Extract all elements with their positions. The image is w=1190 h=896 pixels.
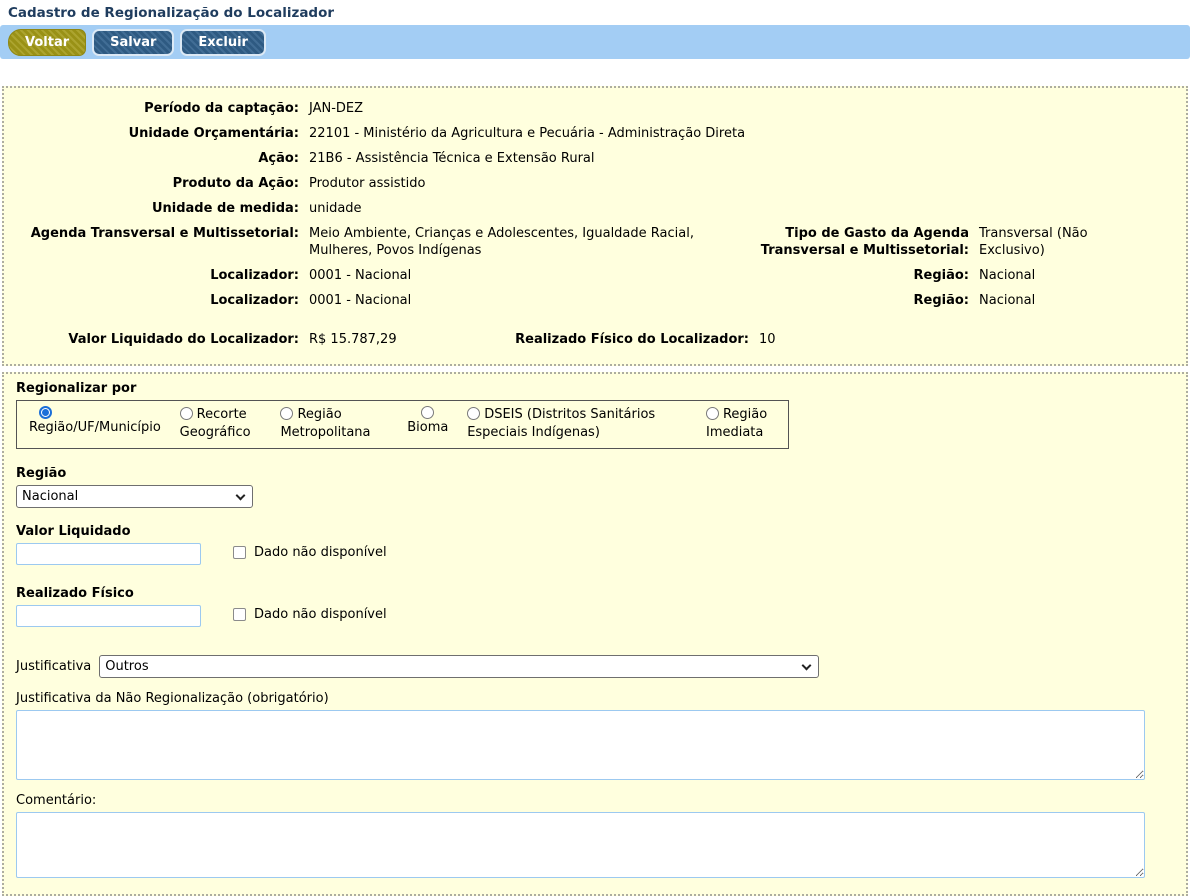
tipo-gasto-value: Transversal (Não Exclusivo) bbox=[979, 225, 1099, 259]
radio-icon[interactable] bbox=[39, 406, 52, 419]
valor-liquidado-nao-disponivel: Dado não disponível bbox=[233, 545, 387, 560]
radio-dseis[interactable]: DSEIS (Distritos Sanitários Especiais In… bbox=[467, 406, 687, 442]
valor-liquidado-localizador-value: R$ 15.787,29 bbox=[299, 331, 514, 348]
regiao-label: Região: bbox=[719, 292, 969, 309]
radio-icon[interactable] bbox=[280, 407, 293, 420]
localizador-value: 0001 - Nacional bbox=[299, 292, 719, 309]
agenda-value: Meio Ambiente, Crianças e Adolescentes, … bbox=[309, 225, 694, 259]
dado-nao-disponivel-checkbox[interactable] bbox=[233, 608, 246, 621]
realizado-fisico-localizador-value: 10 bbox=[749, 331, 1186, 348]
tipo-gasto-label: Tipo de Gasto da Agenda Transversal e Mu… bbox=[719, 225, 969, 259]
agenda-label: Agenda Transversal e Multissetorial: bbox=[4, 225, 299, 242]
dado-nao-disponivel-checkbox[interactable] bbox=[233, 546, 246, 559]
realizado-fisico-input[interactable] bbox=[16, 605, 201, 627]
valor-liquidado-input[interactable] bbox=[16, 543, 201, 565]
justificativa-select-value: Outros bbox=[105, 659, 148, 674]
unidade-orcamentaria-value: 22101 - Ministério da Agricultura e Pecu… bbox=[299, 125, 1186, 142]
row-localizador-2: Localizador: 0001 - Nacional Região: Nac… bbox=[4, 288, 1186, 313]
voltar-button[interactable]: Voltar bbox=[8, 29, 86, 56]
localizador-label: Localizador: bbox=[4, 292, 299, 309]
periodo-captacao-value: JAN-DEZ bbox=[299, 100, 1186, 117]
row-unidade-medida: Unidade de medida: unidade bbox=[4, 196, 1186, 221]
regiao-select-label: Região bbox=[16, 465, 1174, 482]
row-acao: Ação: 21B6 - Assistência Técnica e Exten… bbox=[4, 146, 1186, 171]
radio-icon[interactable] bbox=[421, 406, 434, 419]
radio-regiao-imediata[interactable]: Região Imediata bbox=[706, 406, 776, 442]
localizador-value: 0001 - Nacional bbox=[299, 267, 719, 284]
chevron-down-icon bbox=[236, 491, 246, 501]
radio-regiao-uf-municipio[interactable]: Região/UF/Município bbox=[29, 406, 161, 437]
unidade-medida-value: unidade bbox=[299, 200, 1186, 217]
form-panel: Regionalizar por Região/UF/Município Rec… bbox=[2, 372, 1188, 896]
acao-value: 21B6 - Assistência Técnica e Extensão Ru… bbox=[299, 150, 1186, 167]
realizado-fisico-nao-disponivel: Dado não disponível bbox=[233, 607, 387, 622]
radio-label: Região Metropolitana bbox=[280, 407, 370, 440]
justificativa-label: Justificativa bbox=[16, 658, 91, 675]
radio-regiao-metropolitana[interactable]: Região Metropolitana bbox=[280, 406, 388, 442]
radio-recorte-geografico[interactable]: Recorte Geográfico bbox=[180, 406, 262, 442]
toolbar: Voltar Salvar Excluir bbox=[0, 25, 1190, 59]
excluir-button[interactable]: Excluir bbox=[180, 29, 266, 56]
row-localizador-1: Localizador: 0001 - Nacional Região: Nac… bbox=[4, 263, 1186, 288]
unidade-orcamentaria-label: Unidade Orçamentária: bbox=[4, 125, 299, 142]
valor-liquidado-localizador-label: Valor Liquidado do Localizador: bbox=[4, 331, 299, 348]
produto-acao-label: Produto da Ação: bbox=[4, 175, 299, 192]
justificativa-nr-textarea[interactable] bbox=[16, 710, 1145, 780]
regiao-select[interactable]: Nacional bbox=[16, 485, 253, 508]
unidade-medida-label: Unidade de medida: bbox=[4, 200, 299, 217]
localizador-label: Localizador: bbox=[4, 267, 299, 284]
row-produto-acao: Produto da Ação: Produtor assistido bbox=[4, 171, 1186, 196]
row-totais-localizador: Valor Liquidado do Localizador: R$ 15.78… bbox=[4, 327, 1186, 352]
comentario-textarea[interactable] bbox=[16, 812, 1145, 878]
radio-icon[interactable] bbox=[706, 407, 719, 420]
realizado-fisico-label: Realizado Físico bbox=[16, 585, 1174, 602]
justificativa-row: Justificativa Outros bbox=[16, 655, 1174, 678]
justificativa-select[interactable]: Outros bbox=[99, 655, 819, 678]
info-panel: Período da captação: JAN-DEZ Unidade Orç… bbox=[2, 86, 1188, 366]
dado-nao-disponivel-label: Dado não disponível bbox=[254, 545, 387, 560]
radio-label: Região/UF/Município bbox=[29, 419, 161, 437]
radio-icon[interactable] bbox=[467, 407, 480, 420]
page-title: Cadastro de Regionalização do Localizado… bbox=[0, 0, 1190, 25]
chevron-down-icon bbox=[802, 661, 812, 671]
produto-acao-value: Produtor assistido bbox=[299, 175, 1186, 192]
realizado-fisico-localizador-label: Realizado Físico do Localizador: bbox=[514, 331, 749, 348]
regiao-value: Nacional bbox=[969, 292, 1186, 309]
regiao-value: Nacional bbox=[969, 267, 1186, 284]
justificativa-nr-label: Justificativa da Não Regionalização (obr… bbox=[16, 690, 1174, 707]
radio-label: DSEIS (Distritos Sanitários Especiais In… bbox=[467, 407, 655, 440]
dado-nao-disponivel-label: Dado não disponível bbox=[254, 607, 387, 622]
row-agenda-tipo-gasto: Agenda Transversal e Multissetorial: Mei… bbox=[4, 221, 1186, 263]
row-periodo-captacao: Período da captação: JAN-DEZ bbox=[4, 96, 1186, 121]
regionalizar-por-label: Regionalizar por bbox=[16, 380, 1174, 397]
comentario-label: Comentário: bbox=[16, 792, 1174, 809]
row-unidade-orcamentaria: Unidade Orçamentária: 22101 - Ministério… bbox=[4, 121, 1186, 146]
radio-label: Bioma bbox=[407, 419, 448, 437]
periodo-captacao-label: Período da captação: bbox=[4, 100, 299, 117]
acao-label: Ação: bbox=[4, 150, 299, 167]
salvar-button[interactable]: Salvar bbox=[92, 29, 174, 56]
valor-liquidado-label: Valor Liquidado bbox=[16, 523, 1174, 540]
regiao-select-value: Nacional bbox=[22, 489, 78, 504]
radio-bioma[interactable]: Bioma bbox=[407, 406, 448, 437]
regionalizar-por-radio-group: Região/UF/Município Recorte Geográfico R… bbox=[16, 400, 789, 449]
regiao-label: Região: bbox=[719, 267, 969, 284]
radio-icon[interactable] bbox=[180, 407, 193, 420]
